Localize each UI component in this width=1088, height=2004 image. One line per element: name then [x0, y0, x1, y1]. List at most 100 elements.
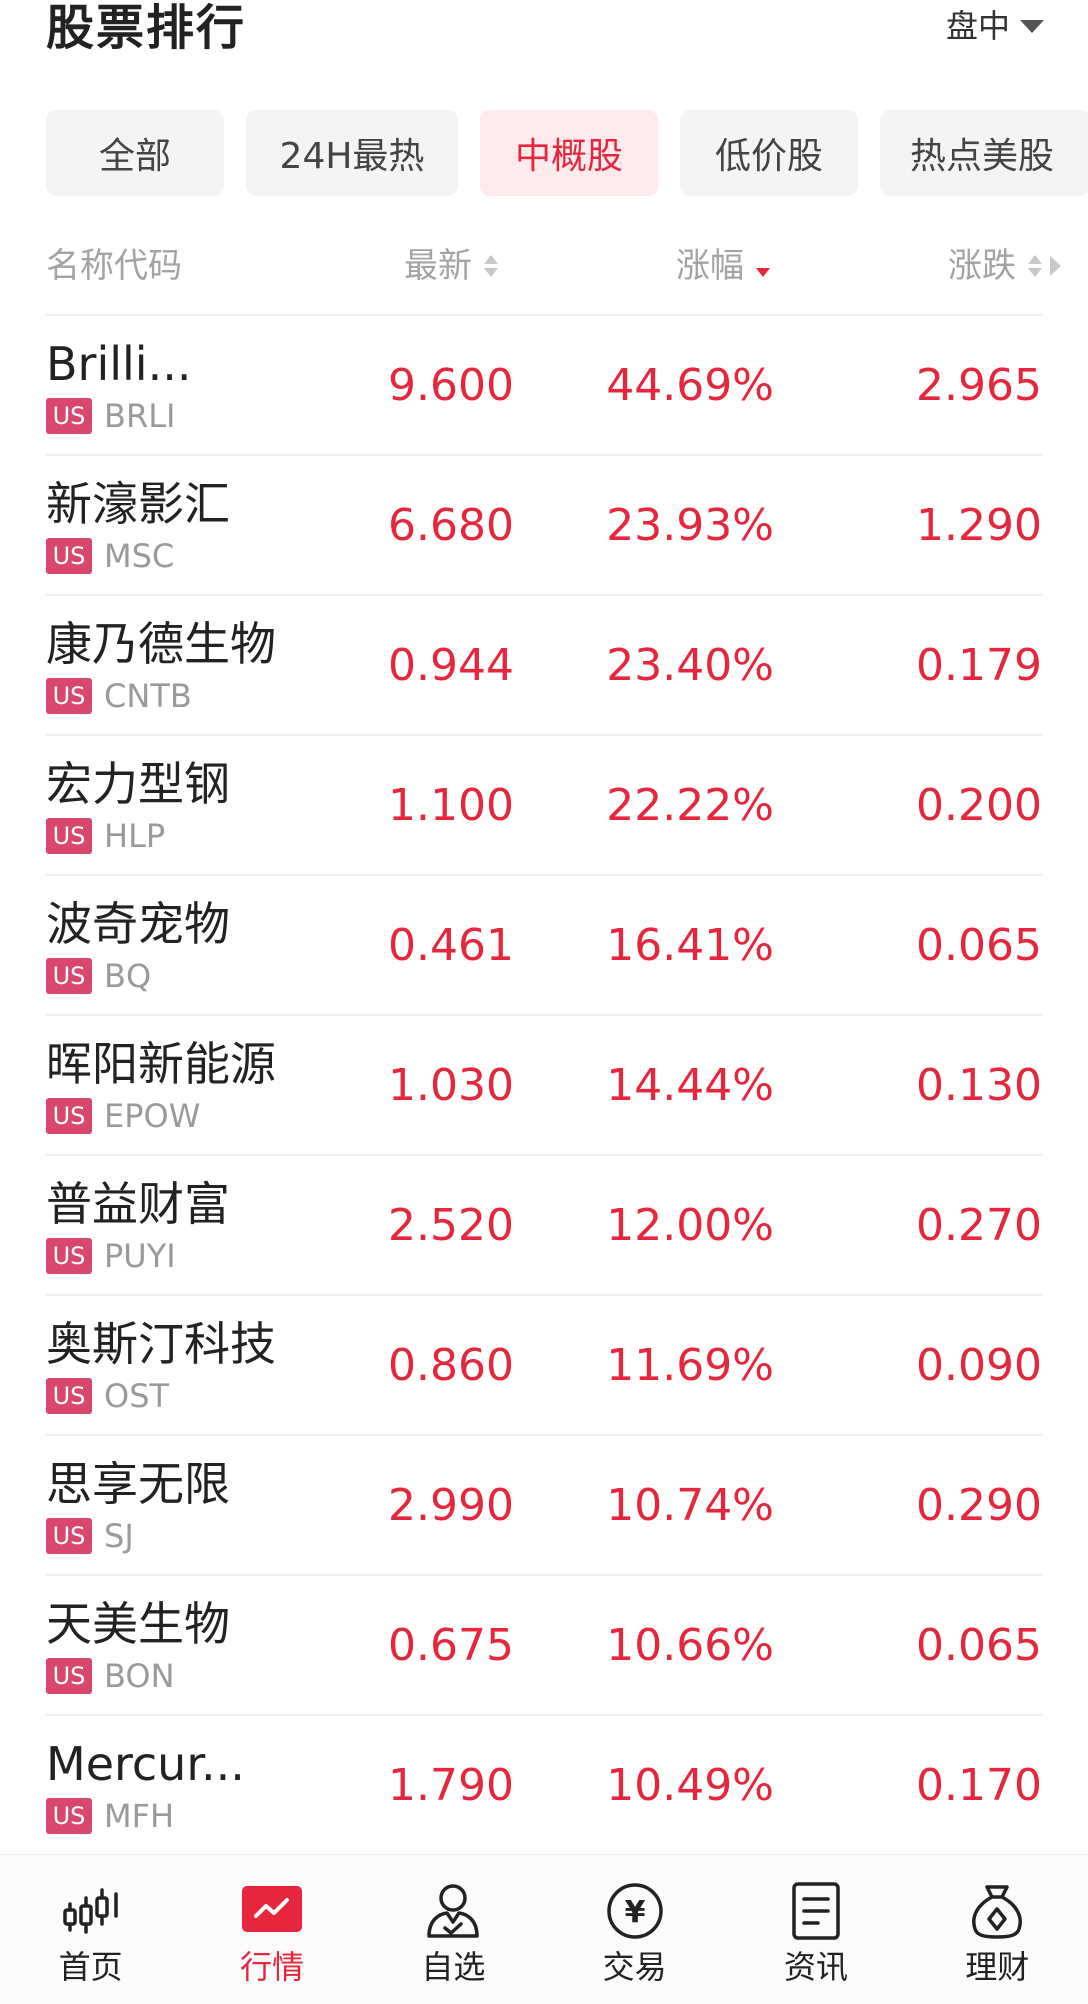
table-row[interactable]: Mercur... US MFH 1.790 10.49% 0.170	[46, 1716, 1042, 1856]
col-latest-sort[interactable]: 最新	[404, 236, 498, 296]
change-amount: 2.965	[916, 360, 1042, 411]
market-badge: US	[46, 398, 92, 434]
ticker: CNTB	[104, 677, 192, 715]
change-amount: 1.290	[916, 500, 1042, 551]
table-row[interactable]: 宏力型钢 US HLP 1.100 22.22% 0.200	[46, 736, 1042, 876]
latest-price: 6.680	[388, 500, 514, 551]
stock-name: 新濠影汇	[46, 477, 230, 531]
change-amount: 0.179	[916, 640, 1042, 691]
nav-watchlist-label: 自选	[421, 1948, 486, 1986]
tab-24h-hottest[interactable]: 24H最热	[246, 110, 458, 196]
latest-price: 9.600	[388, 360, 514, 411]
market-badge: US	[46, 678, 92, 714]
ticker: BON	[104, 1657, 175, 1695]
ticker: OST	[104, 1377, 170, 1415]
page-title: 股票排行	[46, 0, 247, 56]
tab-low-price[interactable]: 低价股	[680, 110, 858, 196]
table-row[interactable]: Brilli... US BRLI 9.600 44.69% 2.965	[46, 316, 1042, 456]
market-badge: US	[46, 818, 92, 854]
stock-name: 宏力型钢	[46, 757, 230, 811]
market-badge: US	[46, 538, 92, 574]
stock-code: US EPOW	[46, 1098, 200, 1134]
ticker: HLP	[104, 817, 166, 855]
candlestick-chart-icon	[59, 1881, 123, 1941]
stock-code: US CNTB	[46, 678, 192, 714]
stock-code: US SJ	[46, 1518, 134, 1554]
nav-trade[interactable]: ¥ 交易	[544, 1855, 725, 2004]
stock-name: 波奇宠物	[46, 897, 230, 951]
sort-desc-icon	[756, 255, 770, 277]
nav-wealth-label: 理财	[965, 1948, 1030, 1986]
latest-price: 1.790	[388, 1760, 514, 1811]
latest-price: 0.860	[388, 1340, 514, 1391]
col-change-pct-sort[interactable]: 涨幅	[676, 236, 770, 296]
change-percent: 23.93%	[606, 500, 774, 551]
table-row[interactable]: 晖阳新能源 US EPOW 1.030 14.44% 0.130	[46, 1016, 1042, 1156]
ticker: BRLI	[104, 397, 176, 435]
chevron-right-icon	[1050, 256, 1061, 276]
table-row[interactable]: 思享无限 US SJ 2.990 10.74% 0.290	[46, 1436, 1042, 1576]
col-change-pct-label: 涨幅	[676, 246, 744, 286]
latest-price: 0.675	[388, 1620, 514, 1671]
bottom-nav: 首页 行情 自选 ¥ 交易 资讯 理财	[0, 1854, 1088, 2004]
sort-icon	[1028, 255, 1042, 277]
market-badge: US	[46, 1798, 92, 1834]
stock-code: US MSC	[46, 538, 174, 574]
ticker: SJ	[104, 1517, 134, 1555]
stock-list: Brilli... US BRLI 9.600 44.69% 2.965 新濠影汇…	[0, 316, 1088, 1856]
change-amount: 0.065	[916, 920, 1042, 971]
change-percent: 11.69%	[606, 1340, 774, 1391]
tab-all[interactable]: 全部	[46, 110, 224, 196]
stock-code: US HLP	[46, 818, 165, 854]
col-name-label: 名称代码	[46, 246, 182, 286]
market-badge: US	[46, 1518, 92, 1554]
session-dropdown[interactable]: 盘中	[946, 4, 1044, 48]
nav-home[interactable]: 首页	[0, 1855, 181, 2004]
tab-hot-us-stocks[interactable]: 热点美股	[880, 110, 1088, 196]
watchlist-person-icon	[421, 1881, 485, 1941]
table-row[interactable]: 康乃德生物 US CNTB 0.944 23.40% 0.179	[46, 596, 1042, 736]
market-badge: US	[46, 958, 92, 994]
yuan-coin-icon: ¥	[603, 1881, 667, 1941]
latest-price: 1.030	[388, 1060, 514, 1111]
latest-price: 1.100	[388, 780, 514, 831]
market-badge: US	[46, 1378, 92, 1414]
change-amount: 0.200	[916, 780, 1042, 831]
stock-code: US PUYI	[46, 1238, 176, 1274]
change-amount: 0.290	[916, 1480, 1042, 1531]
column-header: 名称代码 最新 涨幅 涨跌	[0, 236, 1088, 296]
stock-name: Brilli...	[46, 337, 192, 391]
stock-name: 普益财富	[46, 1177, 230, 1231]
latest-price: 0.944	[388, 640, 514, 691]
table-row[interactable]: 普益财富 US PUYI 2.520 12.00% 0.270	[46, 1156, 1042, 1296]
latest-price: 2.520	[388, 1200, 514, 1251]
stock-code: US BRLI	[46, 398, 175, 434]
nav-watchlist[interactable]: 自选	[363, 1855, 544, 2004]
ticker: BQ	[104, 957, 152, 995]
change-percent: 10.49%	[606, 1760, 774, 1811]
nav-wealth[interactable]: 理财	[907, 1855, 1088, 2004]
nav-market-label: 行情	[239, 1948, 304, 1986]
latest-price: 2.990	[388, 1480, 514, 1531]
nav-trade-label: 交易	[602, 1948, 667, 1986]
market-badge: US	[46, 1238, 92, 1274]
nav-home-label: 首页	[58, 1948, 123, 1986]
table-row[interactable]: 奥斯汀科技 US OST 0.860 11.69% 0.090	[46, 1296, 1042, 1436]
change-percent: 10.74%	[606, 1480, 774, 1531]
change-percent: 44.69%	[606, 360, 774, 411]
latest-price: 0.461	[388, 920, 514, 971]
change-amount: 0.090	[916, 1340, 1042, 1391]
nav-market[interactable]: 行情	[181, 1855, 362, 2004]
header: 股票排行 盘中	[0, 0, 1088, 90]
table-row[interactable]: 波奇宠物 US BQ 0.461 16.41% 0.065	[46, 876, 1042, 1016]
stock-name: 晖阳新能源	[46, 1037, 276, 1091]
category-tabs: 全部 24H最热 中概股 低价股 热点美股	[46, 110, 1088, 196]
nav-news[interactable]: 资讯	[725, 1855, 906, 2004]
stock-name: 康乃德生物	[46, 617, 276, 671]
tab-china-concept[interactable]: 中概股	[480, 110, 658, 196]
col-change-sort[interactable]: 涨跌	[948, 236, 1061, 296]
table-row[interactable]: 新濠影汇 US MSC 6.680 23.93% 1.290	[46, 456, 1042, 596]
table-row[interactable]: 天美生物 US BON 0.675 10.66% 0.065	[46, 1576, 1042, 1716]
col-change-label: 涨跌	[948, 246, 1016, 286]
market-badge: US	[46, 1098, 92, 1134]
